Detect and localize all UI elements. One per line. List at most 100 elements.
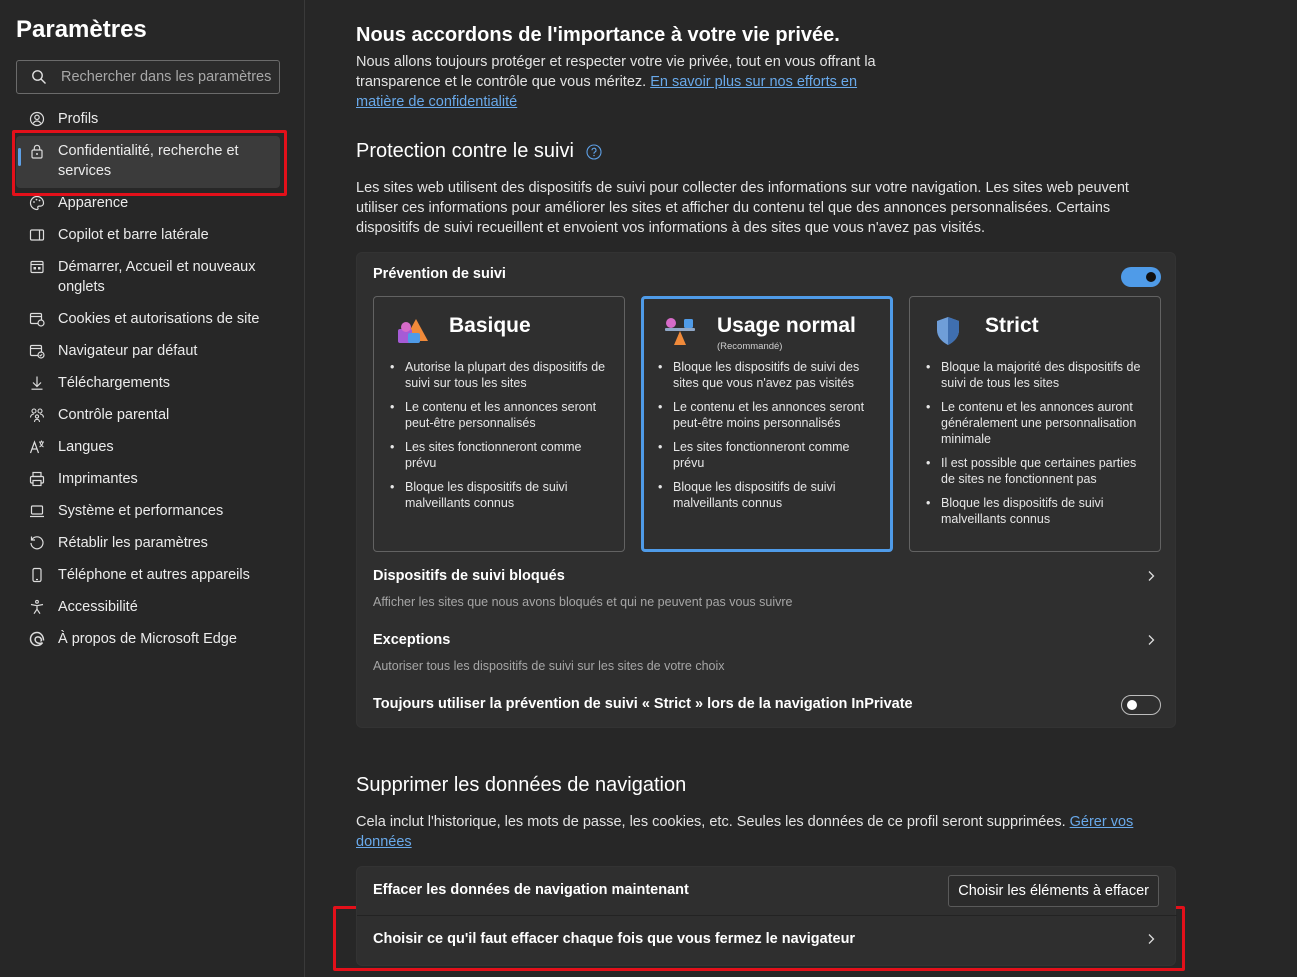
family-icon bbox=[28, 405, 46, 425]
chevron-right-icon bbox=[1148, 571, 1155, 581]
palette-icon bbox=[28, 193, 46, 213]
option-bullet: Bloque les dispositifs de suivi des site… bbox=[656, 359, 881, 391]
clear-data-heading: Supprimer les données de navigation bbox=[356, 774, 687, 796]
accessibility-icon bbox=[28, 597, 46, 617]
sidebar-item-label: Accessibilité bbox=[58, 599, 138, 615]
option-basic[interactable]: Basique Autorise la plupart des disposit… bbox=[373, 296, 625, 552]
default-browser-icon bbox=[28, 341, 46, 361]
sidebar-item-label: Navigateur par défaut bbox=[58, 343, 198, 359]
chevron-right-icon bbox=[1148, 635, 1155, 645]
settings-nav: Profils Confidentialité, recherche et se… bbox=[16, 104, 280, 656]
inprivate-strict-label: Toujours utiliser la prévention de suivi… bbox=[373, 696, 913, 712]
sidebar-item-accessibility[interactable]: Accessibilité bbox=[16, 592, 280, 624]
sidebar-item-label: À propos de Microsoft Edge bbox=[58, 631, 237, 647]
sidebar-item-label: Téléphone et autres appareils bbox=[58, 567, 250, 583]
option-bullet: Les sites fonctionneront comme prévu bbox=[388, 439, 613, 471]
sidebar-item-reset[interactable]: Rétablir les paramètres bbox=[16, 528, 280, 560]
option-basic-name: Basique bbox=[449, 314, 531, 337]
shield-icon bbox=[937, 317, 959, 345]
tracking-heading: Protection contre le suivi bbox=[356, 140, 602, 163]
settings-search-input[interactable] bbox=[61, 69, 279, 85]
cookies-icon bbox=[28, 309, 46, 329]
option-strict-bullets: Bloque la majorité des dispositifs de su… bbox=[924, 359, 1149, 535]
sidebar-item-about[interactable]: À propos de Microsoft Edge bbox=[16, 624, 280, 656]
clear-data-card: Effacer les données de navigation mainte… bbox=[356, 866, 1177, 966]
sidebar-item-phone[interactable]: Téléphone et autres appareils bbox=[16, 560, 280, 592]
sidebar-item-system[interactable]: Système et performances bbox=[16, 496, 280, 528]
sidebar-item-label: Système et performances bbox=[58, 503, 224, 519]
clear-data-text: Cela inclut l'historique, les mots de pa… bbox=[356, 812, 1156, 852]
laptop-icon bbox=[28, 501, 46, 521]
basic-shapes-icon bbox=[398, 319, 428, 343]
sidebar-item-downloads[interactable]: Téléchargements bbox=[16, 368, 280, 400]
sidebar-icon bbox=[28, 225, 46, 245]
blocked-trackers-sub: Afficher les sites que nous avons bloqué… bbox=[373, 595, 793, 609]
sidebar-item-cookies[interactable]: Cookies et autorisations de site bbox=[16, 304, 280, 336]
sidebar-item-label: Profils bbox=[58, 111, 99, 127]
help-icon[interactable] bbox=[586, 143, 602, 160]
option-bullet: Bloque les dispositifs de suivi malveill… bbox=[656, 479, 881, 511]
sidebar-item-languages[interactable]: Langues bbox=[16, 432, 280, 464]
blocked-trackers-title: Dispositifs de suivi bloqués bbox=[373, 568, 565, 584]
tracking-prevention-toggle[interactable] bbox=[1121, 267, 1161, 287]
privacy-heading: Nous accordons de l'importance à votre v… bbox=[356, 24, 840, 46]
balance-scale-icon bbox=[665, 318, 695, 345]
option-balanced-recommended: (Recommandé) bbox=[717, 341, 783, 352]
sidebar-item-label: Rétablir les paramètres bbox=[58, 535, 208, 551]
profile-icon bbox=[28, 109, 46, 129]
exceptions-title: Exceptions bbox=[373, 632, 451, 648]
settings-search-box[interactable] bbox=[16, 60, 280, 94]
option-bullet: Le contenu et les annonces seront peut-ê… bbox=[388, 399, 613, 431]
sidebar-item-label: Copilot et barre latérale bbox=[58, 227, 209, 243]
sidebar-item-printers[interactable]: Imprimantes bbox=[16, 464, 280, 496]
tracking-prevention-label: Prévention de suivi bbox=[373, 266, 506, 282]
tracking-prevention-card: Prévention de suivi Basique Autorise la … bbox=[356, 252, 1176, 728]
sidebar-item-appearance[interactable]: Apparence bbox=[16, 188, 280, 220]
languages-icon bbox=[28, 437, 46, 457]
sidebar-item-label: Langues bbox=[58, 439, 114, 455]
sidebar-item-default-browser[interactable]: Navigateur par défaut bbox=[16, 336, 280, 368]
tracking-description: Les sites web utilisent des dispositifs … bbox=[356, 180, 1129, 236]
sidebar-item-label: Contrôle parental bbox=[58, 407, 170, 423]
option-basic-bullets: Autorise la plupart des dispositifs de s… bbox=[388, 359, 613, 519]
sidebar-item-start-home[interactable]: Démarrer, Accueil et nouveaux onglets bbox=[16, 252, 280, 304]
option-balanced[interactable]: Usage normal (Recommandé) Bloque les dis… bbox=[641, 296, 893, 552]
clear-data-text-body: Cela inclut l'historique, les mots de pa… bbox=[356, 814, 1066, 830]
sidebar-item-parental[interactable]: Contrôle parental bbox=[16, 400, 280, 432]
option-bullet: Le contenu et les annonces auront généra… bbox=[924, 399, 1149, 447]
option-bullet: Il est possible que certaines parties de… bbox=[924, 455, 1149, 487]
option-bullet: Les sites fonctionneront comme prévu bbox=[656, 439, 881, 471]
settings-sidebar: Paramètres Profils Confidentialité, rech… bbox=[0, 0, 305, 977]
sidebar-item-label: Apparence bbox=[58, 195, 129, 211]
option-bullet: Le contenu et les annonces seront peut-ê… bbox=[656, 399, 881, 431]
sidebar-item-privacy[interactable]: Confidentialité, recherche et services bbox=[16, 136, 280, 188]
option-strict[interactable]: Strict Bloque la majorité des dispositif… bbox=[909, 296, 1161, 552]
download-icon bbox=[28, 373, 46, 393]
reset-icon bbox=[28, 533, 46, 553]
sidebar-item-label: Téléchargements bbox=[58, 375, 171, 391]
choose-items-button[interactable]: Choisir les éléments à effacer bbox=[948, 875, 1159, 907]
tracking-heading-text: Protection contre le suivi bbox=[356, 140, 574, 162]
option-strict-name: Strict bbox=[985, 314, 1039, 337]
clear-on-close-label: Choisir ce qu'il faut effacer chaque foi… bbox=[373, 931, 856, 947]
sidebar-item-label: Démarrer, Accueil et nouveaux onglets bbox=[58, 259, 256, 295]
printer-icon bbox=[28, 469, 46, 489]
clear-now-label: Effacer les données de navigation mainte… bbox=[373, 882, 689, 898]
home-tabs-icon bbox=[28, 257, 46, 277]
option-bullet: Bloque la majorité des dispositifs de su… bbox=[924, 359, 1149, 391]
sidebar-item-label: Cookies et autorisations de site bbox=[58, 311, 260, 327]
privacy-text: Nous allons toujours protéger et respect… bbox=[356, 52, 896, 112]
option-balanced-name: Usage normal bbox=[717, 314, 856, 337]
option-bullet: Bloque les dispositifs de suivi malveill… bbox=[388, 479, 613, 511]
lock-icon bbox=[28, 141, 46, 161]
phone-icon bbox=[28, 565, 46, 585]
inprivate-strict-toggle[interactable] bbox=[1121, 695, 1161, 715]
option-bullet: Bloque les dispositifs de suivi malveill… bbox=[924, 495, 1149, 527]
edge-icon bbox=[28, 629, 46, 649]
card-divider bbox=[357, 915, 1177, 916]
sidebar-item-profiles[interactable]: Profils bbox=[16, 104, 280, 136]
search-icon bbox=[32, 70, 46, 84]
sidebar-item-label: Confidentialité, recherche et services bbox=[58, 143, 239, 179]
sidebar-item-label: Imprimantes bbox=[58, 471, 138, 487]
sidebar-item-copilot[interactable]: Copilot et barre latérale bbox=[16, 220, 280, 252]
